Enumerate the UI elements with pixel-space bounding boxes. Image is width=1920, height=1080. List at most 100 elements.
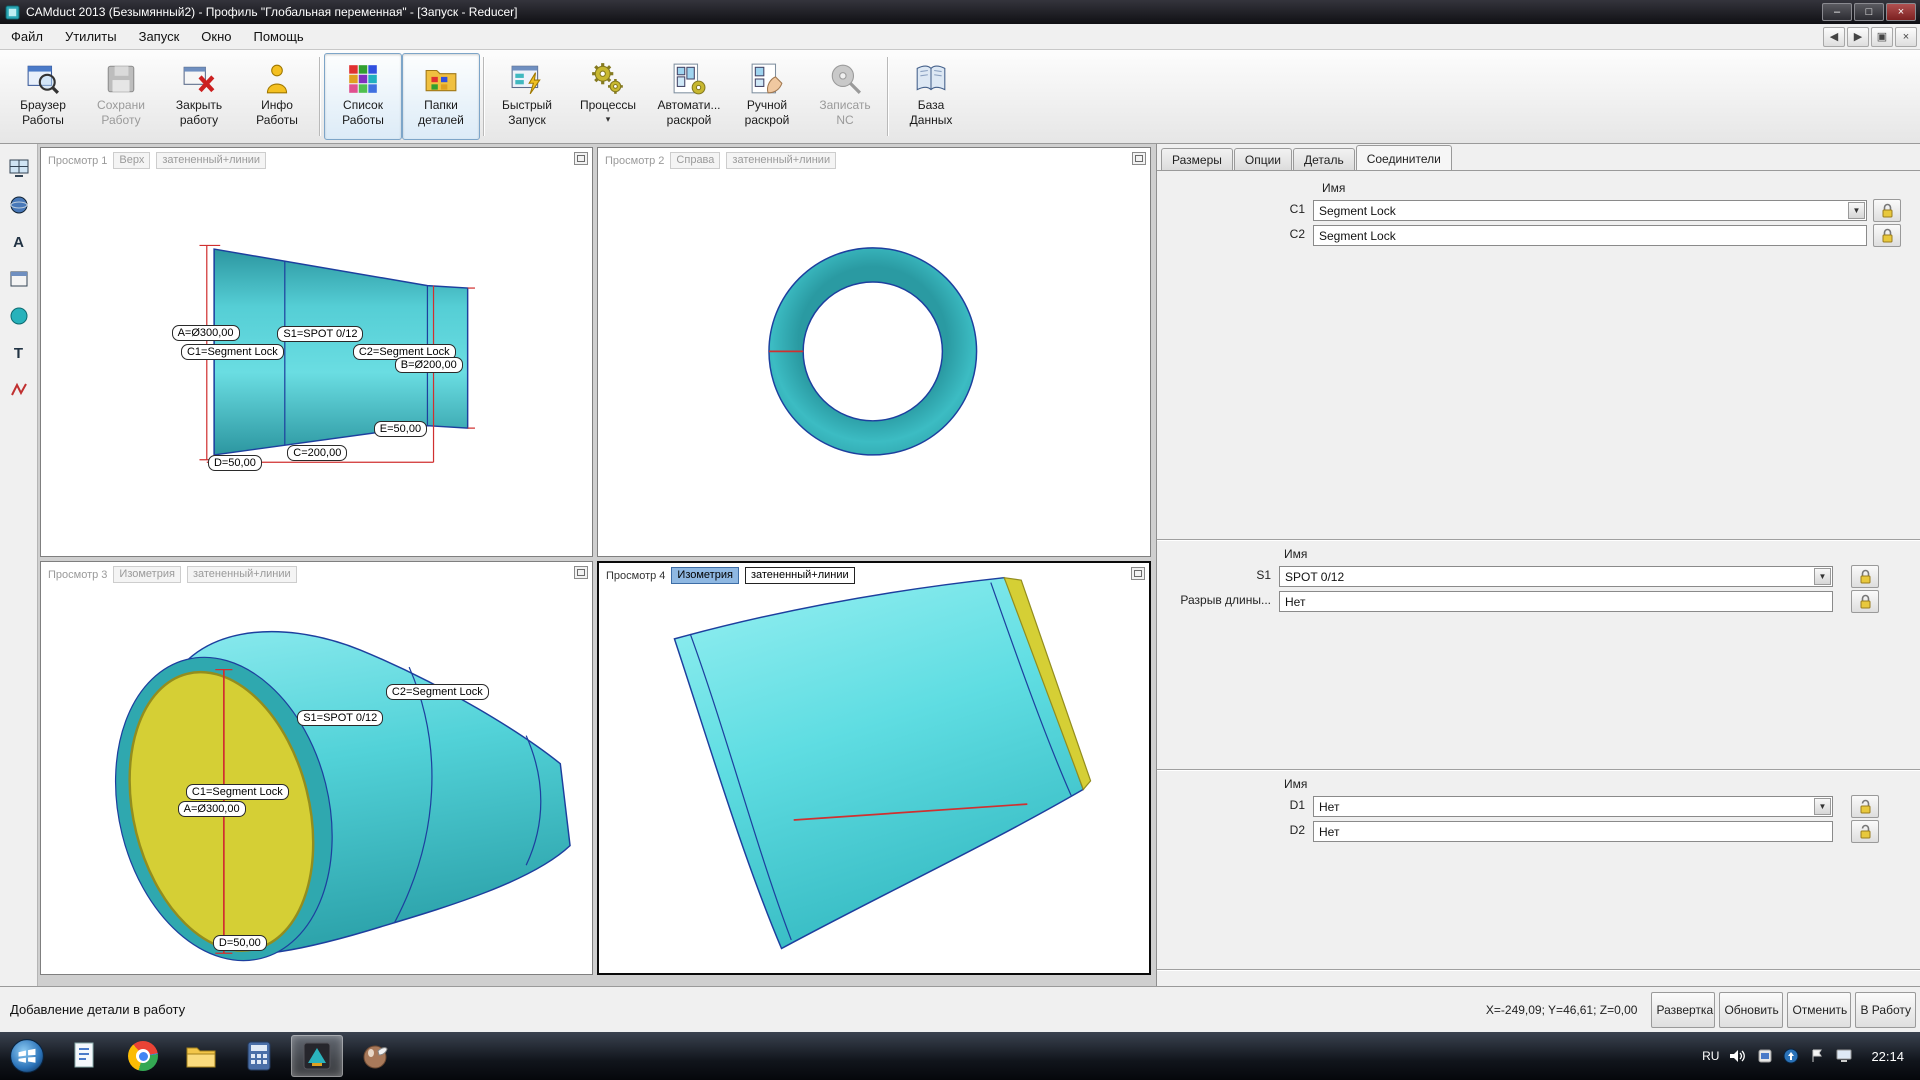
viewport-2-render-mode-button[interactable]: затененный+линии <box>726 152 836 169</box>
c2-connector-field[interactable]: Segment Lock <box>1313 225 1867 246</box>
part-folders-button[interactable]: Папки деталей <box>402 53 480 140</box>
viewport-1-maximize-button[interactable] <box>574 152 588 165</box>
viewport-3-render-mode-button[interactable]: затененный+линии <box>187 566 297 583</box>
add-to-job-button[interactable]: В Работу <box>1855 992 1916 1028</box>
d1-select[interactable]: Нет ▼ <box>1313 796 1833 817</box>
viewport-2[interactable]: Просмотр 2 Справа затененный+линии <box>597 147 1151 557</box>
mdi-restore-button[interactable]: ▣ <box>1871 27 1893 47</box>
viewport-4-maximize-button[interactable] <box>1131 567 1145 580</box>
annotation-text-icon[interactable]: A <box>5 228 33 256</box>
text-height-icon[interactable]: T <box>5 339 33 367</box>
unfold-button[interactable]: Развертка <box>1651 992 1715 1028</box>
viewport-2-orientation-button[interactable]: Справа <box>670 152 720 169</box>
c1-connector-select[interactable]: Segment Lock ▼ <box>1313 200 1867 221</box>
menu-window[interactable]: Окно <box>190 25 242 48</box>
viewport-1[interactable]: Просмотр 1 Верх затененный+линии <box>40 147 593 557</box>
job-info-button[interactable]: Инфо Работы <box>238 53 316 140</box>
database-button[interactable]: База Данных <box>892 53 970 140</box>
job-list-button[interactable]: Список Работы <box>324 53 402 140</box>
viewport-4-title: Просмотр 4 <box>606 570 665 582</box>
shaded-sphere-icon[interactable] <box>5 302 33 330</box>
cancel-button[interactable]: Отменить <box>1787 992 1851 1028</box>
right-view-drawing <box>598 148 1150 556</box>
language-indicator[interactable]: RU <box>1702 1049 1719 1063</box>
lock-icon <box>1881 228 1894 243</box>
toolbar-separator <box>887 57 889 136</box>
connector-row-c1: C1 Segment Lock ▼ <box>1157 199 1920 223</box>
d1-lock-button[interactable] <box>1851 795 1879 818</box>
close-button[interactable]: × <box>1886 3 1916 21</box>
isometric-view-drawing <box>41 562 592 974</box>
auto-nest-button[interactable]: Автомати... раскрой <box>650 53 728 140</box>
status-message: Добавление детали в работу <box>10 1002 185 1017</box>
save-job-button: Сохрани Работу <box>82 53 160 140</box>
nav-back-button[interactable]: ◀ <box>1823 27 1845 47</box>
menu-run[interactable]: Запуск <box>128 25 191 48</box>
sphere-view-icon[interactable] <box>5 191 33 219</box>
taskbar-documents-icon[interactable] <box>59 1035 111 1077</box>
close-job-button[interactable]: Закрыть работу <box>160 53 238 140</box>
view-toolbar: A T <box>0 144 38 986</box>
chevron-down-icon[interactable]: ▼ <box>1814 568 1831 585</box>
taskbar-folder-icon[interactable] <box>175 1035 227 1077</box>
viewport-2-maximize-button[interactable] <box>1132 152 1146 165</box>
taskbar-chrome-icon[interactable] <box>117 1035 169 1077</box>
tab-connectors[interactable]: Соединители <box>1356 145 1452 170</box>
c1-lock-button[interactable] <box>1873 199 1901 222</box>
job-browser-button[interactable]: Браузер Работы <box>4 53 82 140</box>
menu-file[interactable]: Файл <box>0 25 54 48</box>
app-window-tray-icon[interactable] <box>1757 1048 1773 1064</box>
length-break-field[interactable]: Нет <box>1279 591 1833 612</box>
write-nc-button: Записать NC <box>806 53 884 140</box>
d2-field[interactable]: Нет <box>1313 821 1833 842</box>
viewport-3-maximize-button[interactable] <box>574 566 588 579</box>
d2-lock-button[interactable] <box>1851 820 1879 843</box>
s1-lock-button[interactable] <box>1851 565 1879 588</box>
viewport-4-orientation-button[interactable]: Изометрия <box>671 567 739 584</box>
chevron-down-icon[interactable]: ▼ <box>1848 202 1865 219</box>
menu-help[interactable]: Помощь <box>242 25 314 48</box>
taskbar-calculator-icon[interactable] <box>233 1035 285 1077</box>
mdi-close-button[interactable]: × <box>1895 27 1917 47</box>
viewport-3[interactable]: Просмотр 3 Изометрия затененный+линии <box>40 561 593 975</box>
viewport-1-render-mode-button[interactable]: затененный+линии <box>156 152 266 169</box>
title-bar: CAMduct 2013 (Безымянный2) - Профиль "Гл… <box>0 0 1920 24</box>
taskbar-clock[interactable]: 22:14 <box>1863 1049 1912 1064</box>
dimension-label-d: D=50,00 <box>208 455 262 471</box>
row-label-s1: S1 <box>1157 568 1271 582</box>
processes-dropdown-arrow[interactable]: ▾ <box>606 114 611 125</box>
taskbar-paint-icon[interactable] <box>349 1035 401 1077</box>
measure-icon[interactable] <box>5 376 33 404</box>
manual-nest-button[interactable]: Ручной раскрой <box>728 53 806 140</box>
tab-part[interactable]: Деталь <box>1293 148 1355 170</box>
menu-utilities[interactable]: Утилиты <box>54 25 128 48</box>
volume-icon[interactable] <box>1729 1048 1747 1064</box>
minimize-button[interactable]: – <box>1822 3 1852 21</box>
row-label-length-break: Разрыв длины... <box>1157 593 1271 607</box>
dimension-label-b: B=Ø200,00 <box>395 357 463 373</box>
toolbar-separator <box>319 57 321 136</box>
viewport-4-active[interactable]: Просмотр 4 Изометрия затененный+линии <box>597 561 1151 975</box>
s1-seam-select[interactable]: SPOT 0/12 ▼ <box>1279 566 1833 587</box>
system-tray: RU 22:14 <box>1702 1032 1912 1080</box>
tab-dimensions[interactable]: Размеры <box>1161 148 1233 170</box>
viewport-4-render-mode-button[interactable]: затененный+линии <box>745 567 855 584</box>
start-button[interactable] <box>6 1035 48 1077</box>
tab-options[interactable]: Опции <box>1234 148 1292 170</box>
refresh-button[interactable]: Обновить <box>1719 992 1783 1028</box>
viewport-1-orientation-button[interactable]: Верх <box>113 152 150 169</box>
window-view-icon[interactable] <box>5 265 33 293</box>
viewport-layout-icon[interactable] <box>5 154 33 182</box>
nav-forward-button[interactable]: ▶ <box>1847 27 1869 47</box>
action-center-flag-icon[interactable] <box>1809 1048 1825 1064</box>
chevron-down-icon[interactable]: ▼ <box>1814 798 1831 815</box>
viewport-3-orientation-button[interactable]: Изометрия <box>113 566 181 583</box>
quick-start-button[interactable]: Быстрый Запуск <box>488 53 566 140</box>
processes-button[interactable]: Процессы ▾ <box>566 53 650 140</box>
taskbar-camduct-icon-active[interactable] <box>291 1035 343 1077</box>
maximize-button[interactable]: □ <box>1854 3 1884 21</box>
network-display-icon[interactable] <box>1835 1048 1853 1064</box>
updater-tray-icon[interactable] <box>1783 1048 1799 1064</box>
length-break-lock-button[interactable] <box>1851 590 1879 613</box>
c2-lock-button[interactable] <box>1873 224 1901 247</box>
